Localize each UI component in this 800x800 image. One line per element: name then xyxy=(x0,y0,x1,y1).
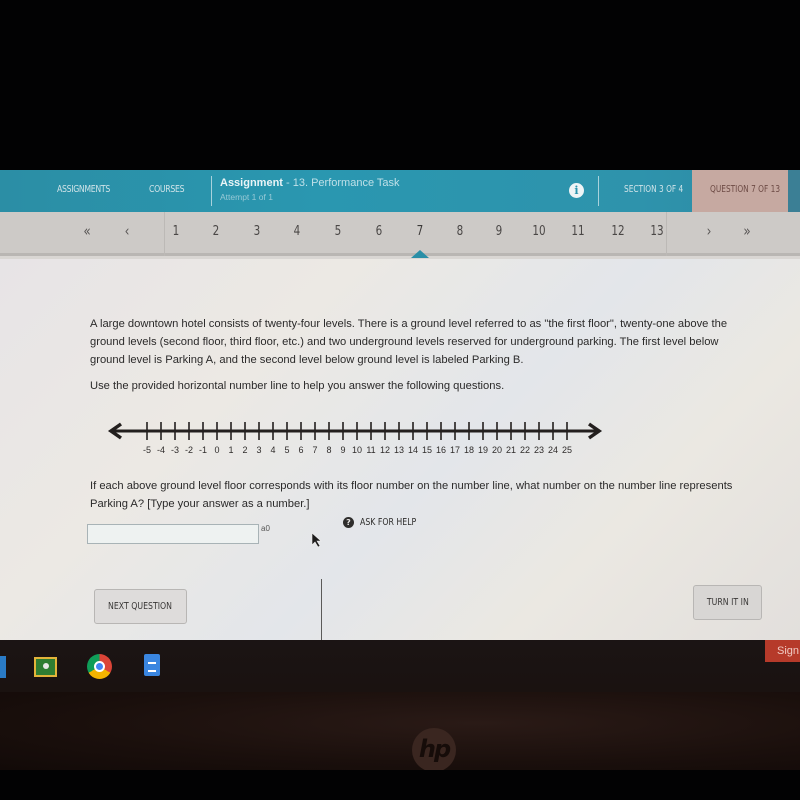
next-question-button[interactable]: NEXT QUESTION xyxy=(94,589,187,624)
next-question-arrow[interactable]: › xyxy=(699,222,718,240)
mouse-cursor-icon xyxy=(311,532,322,548)
number-line-label: 18 xyxy=(464,445,474,455)
question-nav-item-1[interactable]: 1 xyxy=(166,224,185,239)
number-line-label: -2 xyxy=(185,445,193,455)
attempt-count: Attempt 1 of 1 xyxy=(220,192,273,202)
number-line-label: 6 xyxy=(298,445,303,455)
number-line-label: 15 xyxy=(422,445,432,455)
footer-divider xyxy=(321,579,322,640)
assignment-title: Assignment - 13. Performance Task xyxy=(220,177,400,189)
problem-description: A large downtown hotel consists of twent… xyxy=(90,318,728,366)
number-line-label: 13 xyxy=(394,445,404,455)
question-nav-item-13[interactable]: 13 xyxy=(647,224,666,239)
assignment-task-name: - 13. Performance Task xyxy=(286,177,400,189)
question-nav-item-5[interactable]: 5 xyxy=(328,224,347,239)
number-line-label: 10 xyxy=(352,445,362,455)
nav-courses-link[interactable]: COURSES xyxy=(149,184,185,195)
number-line-label: 22 xyxy=(520,445,530,455)
ask-for-help-label: ASK FOR HELP xyxy=(360,517,417,528)
number-line-label: -1 xyxy=(199,445,207,455)
previous-question-button[interactable]: ‹ xyxy=(117,222,136,240)
section-indicator[interactable]: SECTION 3 OF 4 xyxy=(624,184,683,195)
question-nav-item-4[interactable]: 4 xyxy=(287,224,306,239)
number-line-label: -4 xyxy=(157,445,165,455)
google-docs-icon[interactable] xyxy=(144,654,160,676)
question-nav-item-9[interactable]: 9 xyxy=(489,224,508,239)
last-question-button[interactable]: » xyxy=(737,222,756,240)
question-indicator-label: QUESTION 7 OF 13 xyxy=(710,184,781,195)
question-nav-item-12[interactable]: 12 xyxy=(608,224,627,239)
help-question-icon: ? xyxy=(343,517,354,528)
question-prompt: If each above ground level floor corresp… xyxy=(90,480,733,510)
number-line-label: 1 xyxy=(228,445,233,455)
monitor-bezel-edge xyxy=(0,770,800,800)
number-line-label: 16 xyxy=(436,445,446,455)
number-line-label: 5 xyxy=(284,445,289,455)
number-line-label: 8 xyxy=(326,445,331,455)
answer-input[interactable] xyxy=(87,524,259,544)
number-line-label: 19 xyxy=(478,445,488,455)
question-navigation: « ‹ 1 2 3 4 5 6 7 8 9 10 11 12 13 › » xyxy=(0,212,800,258)
number-line-label: 3 xyxy=(256,445,261,455)
number-line-label: 23 xyxy=(534,445,544,455)
chrome-icon[interactable] xyxy=(87,654,112,679)
number-line-label: 14 xyxy=(408,445,418,455)
nav-separator xyxy=(164,212,165,256)
number-line-label: 17 xyxy=(450,445,460,455)
number-line-label: 20 xyxy=(492,445,502,455)
question-nav-item-3[interactable]: 3 xyxy=(247,224,266,239)
number-line-label: 9 xyxy=(340,445,345,455)
question-nav-item-10[interactable]: 10 xyxy=(529,224,548,239)
number-line-label: 24 xyxy=(548,445,558,455)
assignment-label: Assignment xyxy=(220,177,283,189)
number-line-label: -3 xyxy=(171,445,179,455)
google-classroom-icon[interactable] xyxy=(34,657,57,677)
question-nav-item-11[interactable]: 11 xyxy=(568,224,587,239)
character-count: a0 xyxy=(261,524,270,533)
nav-assignments-link[interactable]: ASSIGNMENTS xyxy=(57,184,110,195)
number-line-label: 11 xyxy=(366,445,375,455)
launcher-app-icon[interactable] xyxy=(0,656,6,678)
number-line-label: 4 xyxy=(270,445,275,455)
current-question-marker xyxy=(411,250,429,258)
nav-separator xyxy=(666,212,667,256)
monitor-bezel-bottom: hp xyxy=(0,692,800,772)
info-icon[interactable]: i xyxy=(569,183,584,198)
header-right-edge xyxy=(788,170,800,212)
os-taskbar: Sign xyxy=(0,640,800,692)
question-nav-item-7[interactable]: 7 xyxy=(410,224,429,239)
turn-it-in-button[interactable]: TURN IT IN xyxy=(693,585,762,620)
number-line-label: 2 xyxy=(242,445,247,455)
number-line-label: 7 xyxy=(312,445,317,455)
number-line-label: 21 xyxy=(506,445,516,455)
top-header-bar: ASSIGNMENTS COURSES Assignment - 13. Per… xyxy=(0,170,800,212)
ask-for-help-button[interactable]: ? ASK FOR HELP xyxy=(343,517,432,528)
screen: ASSIGNMENTS COURSES Assignment - 13. Per… xyxy=(0,170,800,640)
number-line-label: -5 xyxy=(143,445,151,455)
sign-in-button[interactable]: Sign xyxy=(765,640,800,662)
turn-it-in-label: TURN IT IN xyxy=(706,597,749,608)
monitor-bezel-top xyxy=(0,0,800,170)
hp-logo: hp xyxy=(412,728,456,772)
number-line: -5 -4 -3 -2 -1 0 1 2 3 4 5 6 7 8 9 10 11 12 13 14 15 16 17 18 19… xyxy=(107,422,603,455)
question-nav-item-2[interactable]: 2 xyxy=(206,224,225,239)
question-nav-item-6[interactable]: 6 xyxy=(369,224,388,239)
question-nav-item-8[interactable]: 8 xyxy=(450,224,469,239)
first-question-button[interactable]: « xyxy=(77,222,96,240)
question-content: A large downtown hotel consists of twent… xyxy=(0,259,800,640)
question-indicator[interactable]: QUESTION 7 OF 13 xyxy=(692,170,788,212)
number-line-instruction: Use the provided horizontal number line … xyxy=(90,380,505,392)
header-divider xyxy=(598,176,599,206)
number-line-label: 12 xyxy=(380,445,390,455)
number-line-label: 25 xyxy=(562,445,572,455)
next-question-label: NEXT QUESTION xyxy=(108,601,173,612)
number-line-label: 0 xyxy=(214,445,219,455)
header-divider xyxy=(211,176,212,206)
